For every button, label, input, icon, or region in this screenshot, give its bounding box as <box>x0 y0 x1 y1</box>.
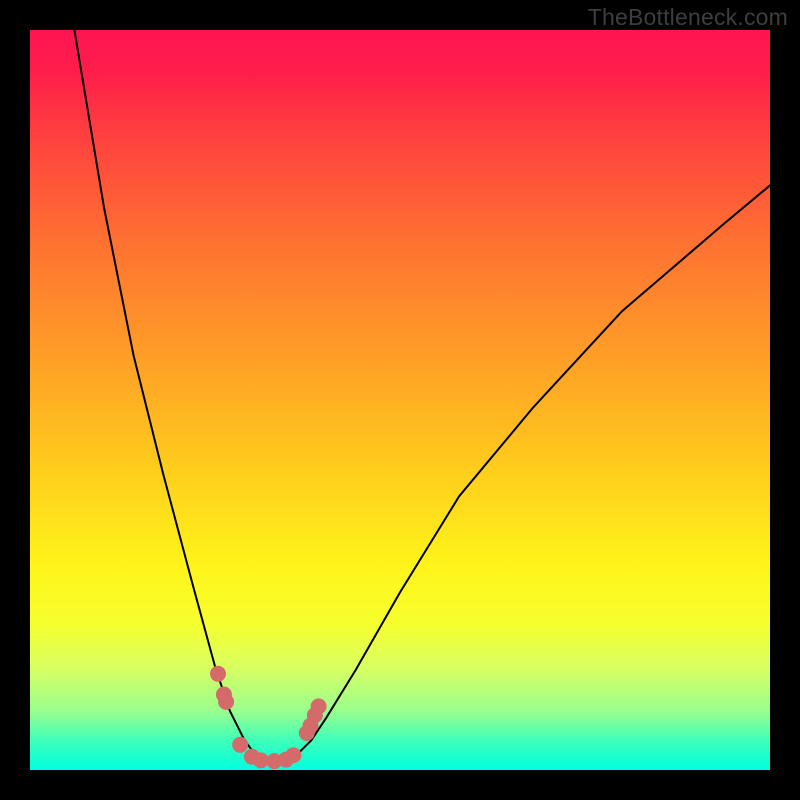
chart-frame: TheBottleneck.com <box>0 0 800 800</box>
watermark-text: TheBottleneck.com <box>588 4 788 31</box>
curve-layer <box>30 30 770 770</box>
plot-area <box>30 30 770 770</box>
bottleneck-curve <box>74 30 770 763</box>
curve-markers <box>210 666 327 769</box>
